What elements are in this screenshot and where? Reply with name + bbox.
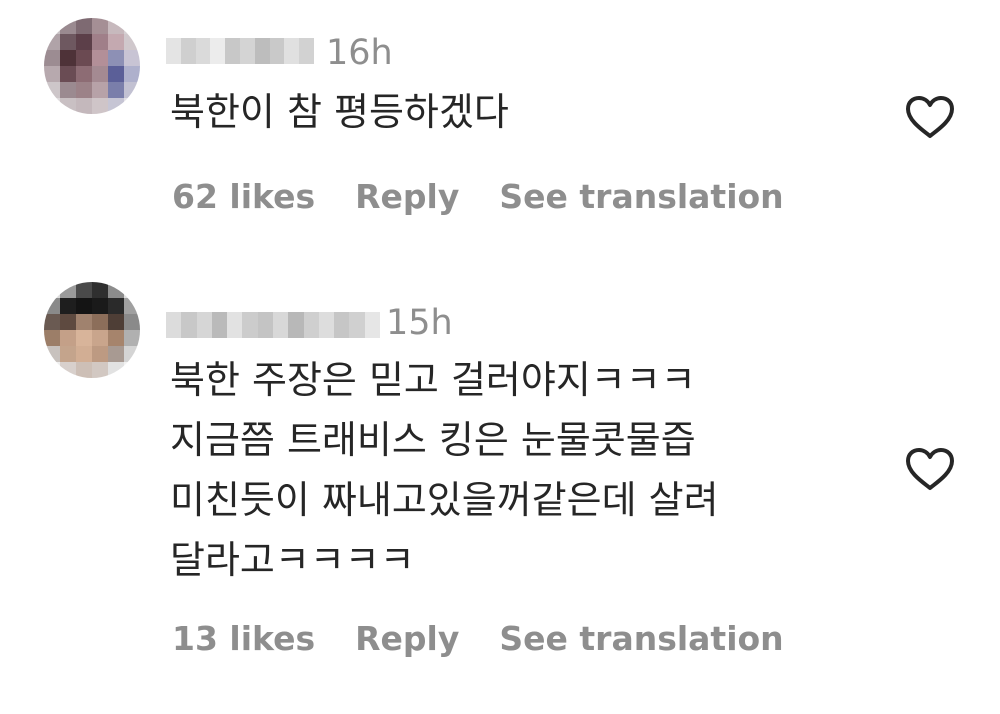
comment-item: 15h 북한 주장은 믿고 걸러야지ㅋㅋㅋ 지금쯤 트래비스 킹은 눈물콧물즙 … bbox=[0, 270, 1000, 714]
username-redacted[interactable] bbox=[166, 38, 314, 64]
comment-timestamp: 16h bbox=[326, 33, 393, 73]
comment-actions: 62 likes Reply See translation bbox=[172, 180, 784, 213]
likes-count[interactable]: 13 likes bbox=[172, 622, 315, 655]
username-redacted[interactable] bbox=[166, 312, 380, 338]
heart-icon[interactable] bbox=[904, 94, 956, 140]
heart-outline-icon bbox=[906, 448, 954, 490]
reply-button[interactable]: Reply bbox=[355, 622, 459, 655]
comment-item: 16h 북한이 참 평등하겠다 62 likes Reply See trans… bbox=[0, 0, 1000, 260]
see-translation-button[interactable]: See translation bbox=[499, 622, 783, 655]
likes-count[interactable]: 62 likes bbox=[172, 180, 315, 213]
comment-actions: 13 likes Reply See translation bbox=[172, 622, 784, 655]
comment-text: 북한이 참 평등하겠다 bbox=[170, 90, 509, 134]
reply-button[interactable]: Reply bbox=[355, 180, 459, 213]
comment-timestamp: 15h bbox=[386, 303, 453, 343]
comment-text: 북한 주장은 믿고 걸러야지ㅋㅋㅋ 지금쯤 트래비스 킹은 눈물콧물즙 미친듯이… bbox=[170, 358, 719, 582]
avatar[interactable] bbox=[44, 18, 140, 114]
avatar[interactable] bbox=[44, 282, 140, 378]
see-translation-button[interactable]: See translation bbox=[499, 180, 783, 213]
heart-outline-icon bbox=[906, 96, 954, 138]
heart-icon[interactable] bbox=[904, 446, 956, 492]
